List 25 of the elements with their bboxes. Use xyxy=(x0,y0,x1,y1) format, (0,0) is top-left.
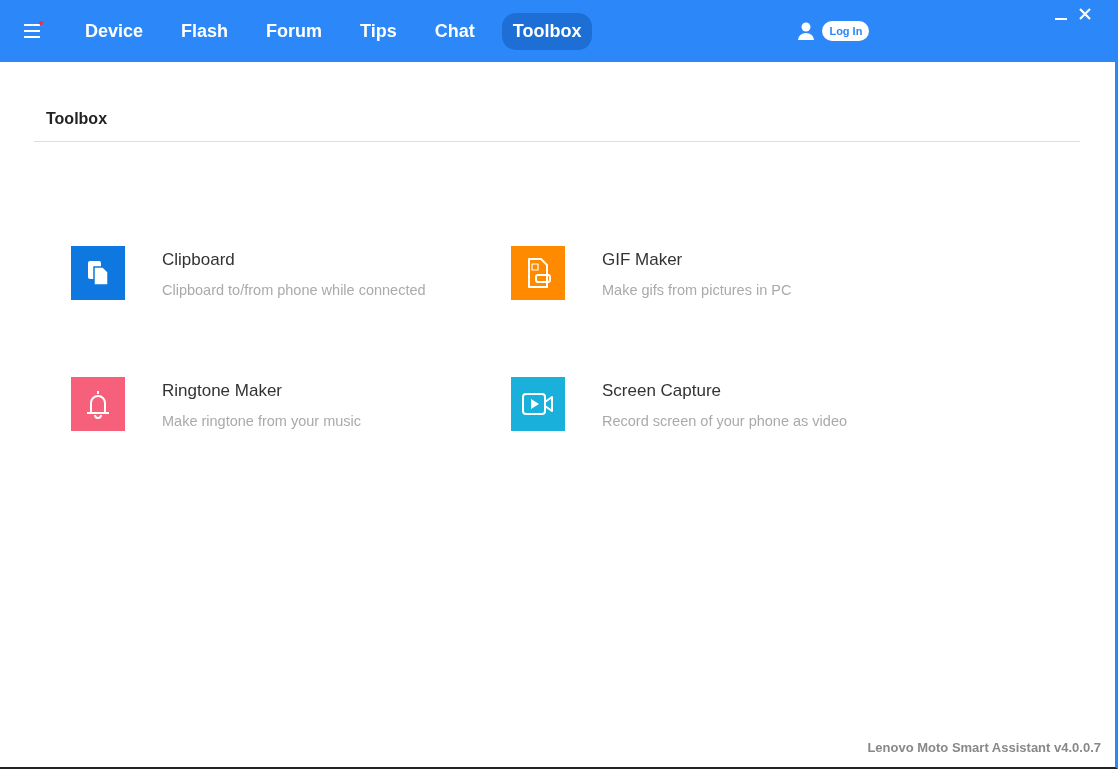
tool-tile[interactable] xyxy=(71,377,125,432)
tool-name[interactable]: Screen Capture xyxy=(602,378,848,404)
nav-tab[interactable]: Tips xyxy=(349,12,408,50)
tool-tile[interactable] xyxy=(511,246,565,300)
nav-tab[interactable]: Toolbox xyxy=(501,12,593,50)
tool-name[interactable]: Ringtone Maker xyxy=(162,378,362,404)
nav-tab[interactable]: Forum xyxy=(255,12,334,50)
close-button[interactable] xyxy=(1079,8,1091,20)
nav-tab[interactable]: Device xyxy=(74,12,155,50)
tool-description: Clipboard to/from phone while connected xyxy=(162,280,426,300)
nav-tab[interactable]: Flash xyxy=(170,12,240,50)
video-camera-icon xyxy=(521,391,555,418)
tool-description: Make ringtone from your music xyxy=(162,411,362,431)
tool-tile[interactable] xyxy=(71,246,125,300)
login-button[interactable]: Log In xyxy=(822,20,870,42)
tool-tile[interactable] xyxy=(511,377,565,432)
tool-description: Record screen of your phone as video xyxy=(602,411,848,431)
menu-button[interactable] xyxy=(24,24,40,38)
nav-tab[interactable]: Chat xyxy=(423,12,486,50)
tool-name[interactable]: GIF Maker xyxy=(602,247,792,273)
tool-description: Make gifs from pictures in PC xyxy=(602,280,792,300)
user-icon xyxy=(798,22,815,40)
version-label: Lenovo Moto Smart Assistant v4.0.0.7 xyxy=(867,738,1101,757)
tool-name[interactable]: Clipboard xyxy=(162,247,426,273)
page-title: Toolbox xyxy=(34,107,1080,142)
